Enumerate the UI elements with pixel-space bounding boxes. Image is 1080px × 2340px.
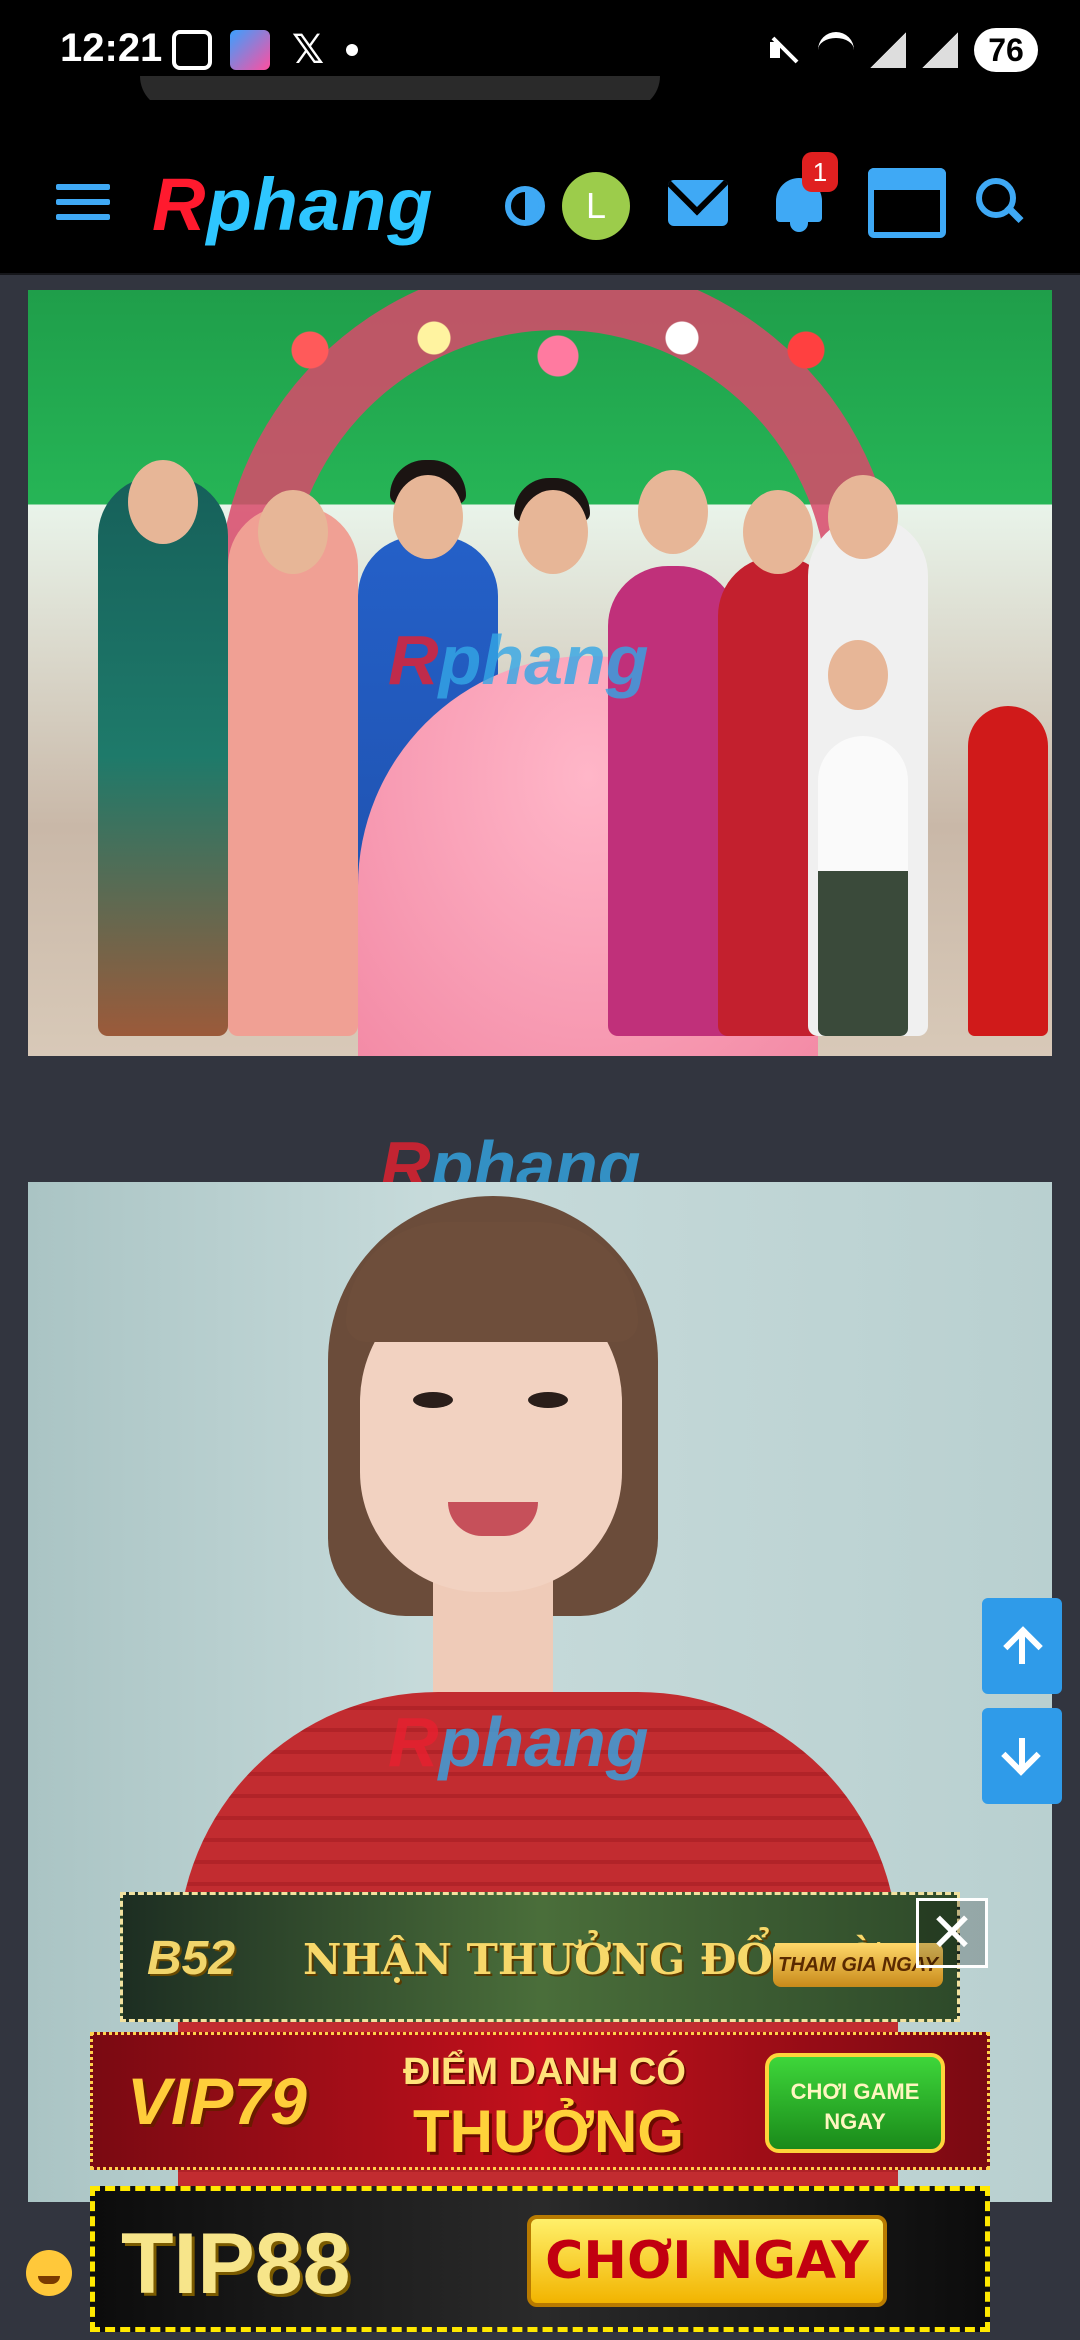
child bbox=[818, 736, 908, 1036]
ad-headline-line1: ĐIỂM DANH CÓ bbox=[403, 2051, 686, 2093]
signal-icon bbox=[922, 32, 958, 68]
scroll-down-button[interactable] bbox=[982, 1708, 1062, 1804]
ad-cta-button[interactable]: CHƠI GAME NGAY bbox=[765, 2053, 945, 2153]
guest-1-head bbox=[128, 460, 198, 544]
ad-banner-vip79[interactable]: VIP79 ĐIỂM DANH CÓ THƯỞNG CHƠI GAME NGAY bbox=[90, 2032, 990, 2170]
ad-cta-line2: NGAY bbox=[824, 2109, 886, 2134]
search-icon[interactable] bbox=[976, 178, 1020, 222]
ad-cta-button[interactable]: CHƠI NGAY bbox=[527, 2215, 887, 2307]
girl-bangs bbox=[346, 1222, 638, 1342]
guest-3-head bbox=[638, 470, 708, 554]
arrow-up-icon bbox=[1002, 1626, 1042, 1666]
logo-r: R bbox=[152, 163, 207, 246]
watermark-text: phang bbox=[438, 621, 649, 699]
app-header: Rphang L 1 bbox=[0, 100, 1080, 275]
menu-icon[interactable] bbox=[56, 184, 110, 224]
screenshot-icon bbox=[172, 30, 212, 70]
wifi-icon bbox=[818, 32, 854, 68]
guest-5-head bbox=[828, 475, 898, 559]
watermark-text: phang bbox=[438, 1703, 649, 1781]
girl-right-eye bbox=[528, 1392, 568, 1408]
x-icon: 𝕏 bbox=[291, 28, 325, 72]
arrow-down-icon bbox=[1002, 1736, 1042, 1776]
child-head bbox=[828, 640, 888, 710]
ad-close-button[interactable]: ✕ bbox=[916, 1898, 988, 1968]
guest-right bbox=[968, 706, 1048, 1036]
emoji-reaction-icon[interactable] bbox=[26, 2250, 72, 2296]
groom-head bbox=[393, 475, 463, 559]
arch-flowers bbox=[248, 290, 868, 410]
mute-icon bbox=[766, 32, 802, 68]
ad-banner-b52[interactable]: B52 NHẬN THƯỞNG ĐỔI ĐỜI THAM GIA NGAY bbox=[120, 1892, 960, 2022]
ad-cta-line1: CHƠI GAME bbox=[790, 2079, 920, 2104]
watermark-r: R bbox=[388, 1703, 439, 1781]
status-time: 12:21 bbox=[60, 26, 163, 70]
signal-icon bbox=[870, 32, 906, 68]
ad-brand: B52 bbox=[147, 1932, 236, 1985]
ad-headline-line2: THƯỞNG bbox=[413, 2098, 684, 2165]
guest-2-head bbox=[258, 490, 328, 574]
scroll-up-button[interactable] bbox=[982, 1598, 1062, 1694]
store-icon[interactable] bbox=[868, 168, 946, 238]
dot-icon bbox=[346, 44, 358, 56]
guest-1 bbox=[98, 476, 228, 1036]
app-icon bbox=[230, 30, 270, 70]
watermark-r: R bbox=[388, 621, 439, 699]
logo-text: phang bbox=[206, 163, 434, 246]
guest-2 bbox=[228, 506, 358, 1036]
status-icons-right: 76 bbox=[766, 28, 1038, 72]
guest-4-head bbox=[743, 490, 813, 574]
bride-head bbox=[518, 490, 588, 574]
bell-clapper bbox=[790, 222, 808, 232]
site-logo[interactable]: Rphang bbox=[152, 162, 433, 247]
battery-icon: 76 bbox=[974, 28, 1038, 72]
status-icons-left: 𝕏 bbox=[172, 30, 358, 70]
contrast-icon[interactable] bbox=[505, 186, 545, 226]
ad-brand: TIP88 bbox=[121, 2216, 351, 2312]
photo-watermark: Rphang bbox=[388, 620, 649, 700]
wedding-photo[interactable]: Rphang bbox=[28, 290, 1052, 1056]
mail-icon[interactable] bbox=[668, 180, 728, 226]
ad-brand: VIP79 bbox=[127, 2064, 307, 2138]
notification-badge: 1 bbox=[802, 152, 838, 192]
ad-banner-tip88[interactable]: TIP88 CHƠI NGAY bbox=[90, 2186, 990, 2332]
girl-left-eye bbox=[413, 1392, 453, 1408]
avatar[interactable]: L bbox=[562, 172, 630, 240]
photo-watermark: Rphang bbox=[388, 1702, 649, 1782]
